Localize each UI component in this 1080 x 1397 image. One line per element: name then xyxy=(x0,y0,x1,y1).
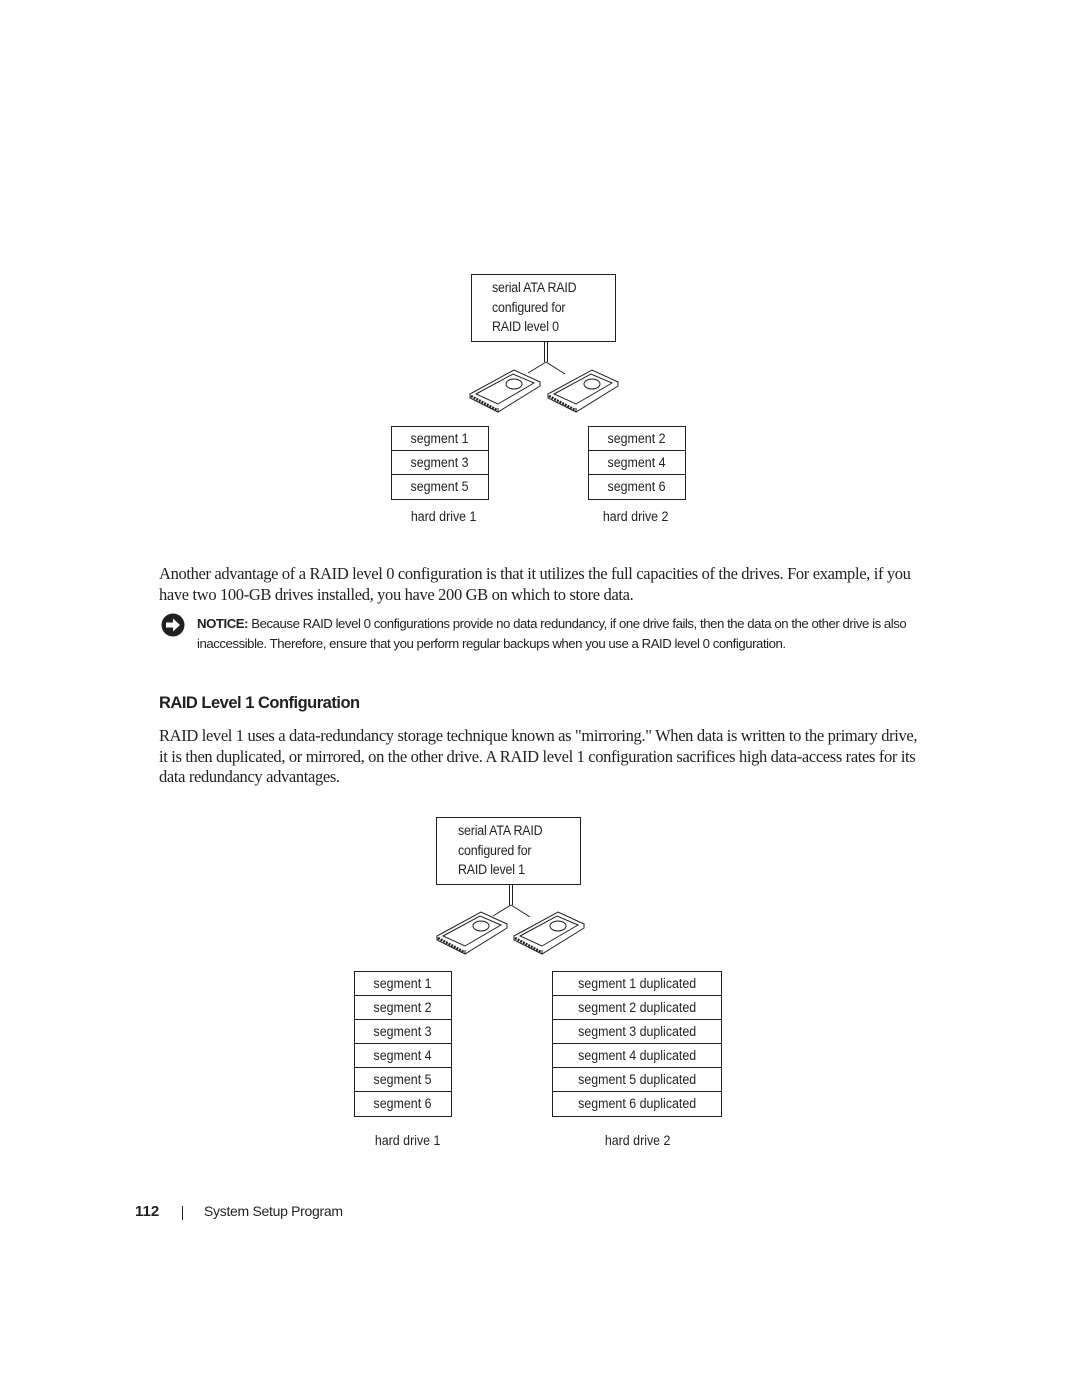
raid0-drive1-segments: segment 1 segment 3 segment 5 xyxy=(391,426,489,500)
notice-label: NOTICE: xyxy=(197,616,249,631)
cable-icon xyxy=(527,342,566,375)
segment-cell: segment 4 duplicated xyxy=(553,1044,721,1068)
segment-cell: segment 4 xyxy=(355,1044,451,1068)
page-number: 112 xyxy=(135,1203,160,1220)
raid1-connector-and-drives xyxy=(435,885,586,955)
hard-drive-icon xyxy=(512,911,586,955)
controller-line: configured for xyxy=(458,842,532,858)
raid0-drive1-label: hard drive 1 xyxy=(411,509,477,524)
raid1-controller-box: serial ATA RAID configured for RAID leve… xyxy=(436,817,581,885)
segment-cell: segment 3 duplicated xyxy=(553,1020,721,1044)
raid1-paragraph: RAID level 1 uses a data-redundancy stor… xyxy=(159,726,918,786)
raid1-drive2-segments: segment 1 duplicated segment 2 duplicate… xyxy=(552,971,722,1117)
raid1-drive2-label: hard drive 2 xyxy=(605,1133,671,1148)
notice-text: NOTICE: Because RAID level 0 configurati… xyxy=(197,614,919,654)
controller-line: configured for xyxy=(492,299,566,315)
segment-cell: segment 6 xyxy=(607,479,666,494)
segment-cell: segment 5 xyxy=(410,479,469,494)
segment-cell: segment 6 xyxy=(373,1096,432,1111)
segment-cell: segment 4 xyxy=(589,451,685,475)
raid0-controller-box: serial ATA RAID configured for RAID leve… xyxy=(471,274,616,342)
cable-icon xyxy=(492,885,531,918)
section-heading: RAID Level 1 Configuration xyxy=(159,694,360,712)
raid0-drive2-label: hard drive 2 xyxy=(603,509,669,524)
segment-cell: segment 5 duplicated xyxy=(553,1068,721,1092)
segment-cell: segment 3 xyxy=(355,1020,451,1044)
section-title: System Setup Program xyxy=(204,1203,343,1219)
segment-cell: segment 2 xyxy=(589,427,685,451)
raid1-drive1-label: hard drive 1 xyxy=(375,1133,441,1148)
notice-arrow-icon xyxy=(161,613,185,637)
segment-cell: segment 5 xyxy=(355,1068,451,1092)
segment-cell: segment 3 xyxy=(392,451,488,475)
footer-divider xyxy=(182,1206,183,1220)
hard-drive-icon xyxy=(435,911,509,955)
segment-cell: segment 2 duplicated xyxy=(553,996,721,1020)
segment-cell: segment 6 duplicated xyxy=(577,1096,697,1111)
segment-cell: segment 1 xyxy=(392,427,488,451)
raid0-paragraph: Another advantage of a RAID level 0 conf… xyxy=(159,564,911,604)
hard-drive-icon xyxy=(468,369,542,413)
notice-body: Because RAID level 0 configurations prov… xyxy=(197,616,907,651)
controller-line: serial ATA RAID xyxy=(458,823,543,838)
hard-drive-icon xyxy=(546,369,620,413)
segment-cell: segment 1 duplicated xyxy=(553,972,721,996)
raid1-drive1-segments: segment 1 segment 2 segment 3 segment 4 … xyxy=(354,971,452,1117)
raid0-drive2-segments: segment 2 segment 4 segment 6 xyxy=(588,426,686,500)
controller-line: RAID level 1 xyxy=(458,862,525,877)
raid0-connector-and-drives xyxy=(468,342,620,413)
segment-cell: segment 2 xyxy=(355,996,451,1020)
segment-cell: segment 1 xyxy=(355,972,451,996)
controller-line: serial ATA RAID xyxy=(492,280,577,295)
controller-line: RAID level 0 xyxy=(492,319,559,334)
